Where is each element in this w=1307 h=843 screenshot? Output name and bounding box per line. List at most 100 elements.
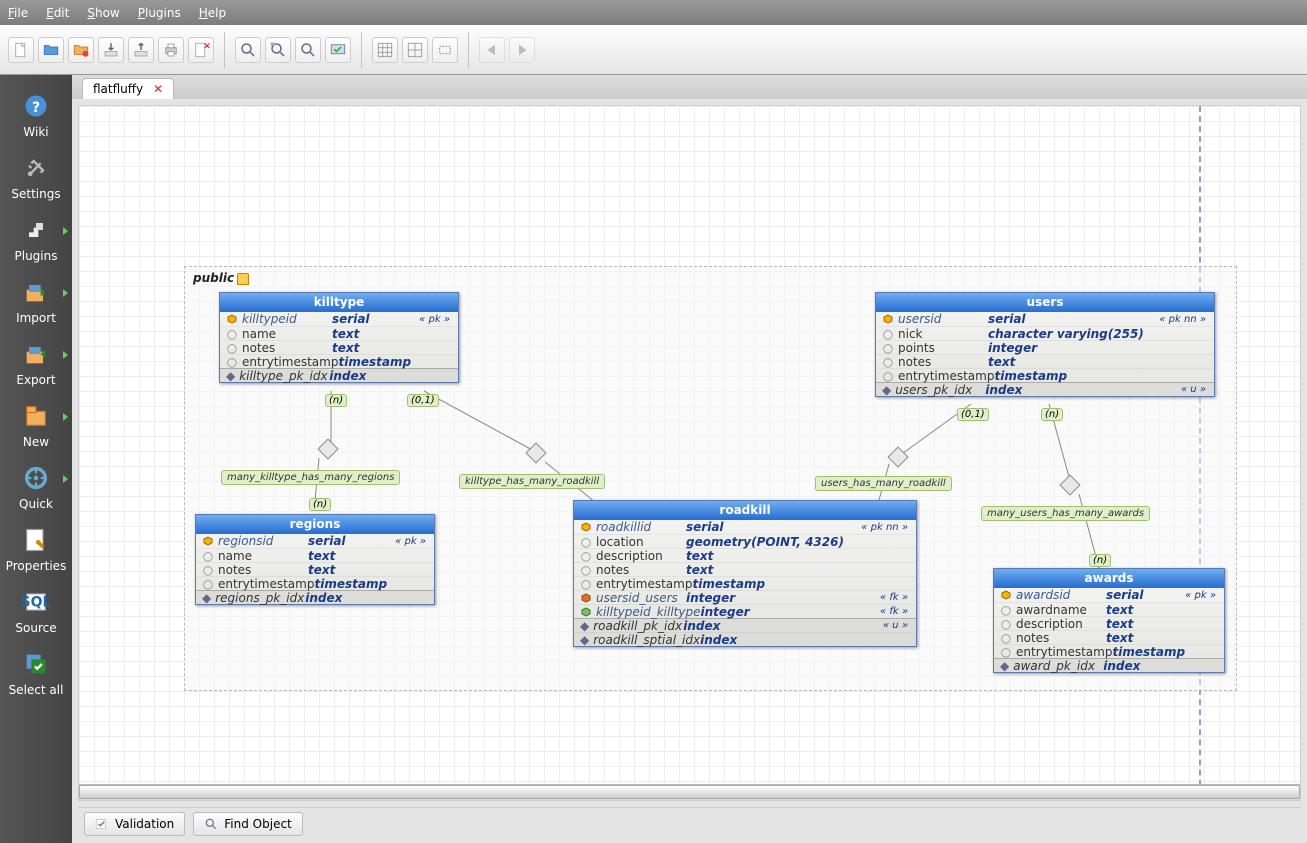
column-name: entrytimestamp <box>218 577 314 591</box>
column-type: timestamp <box>692 577 910 591</box>
column-row[interactable]: ○entrytimestamptimestamp <box>574 576 916 590</box>
column-name: killtypeid <box>242 312 332 326</box>
tb-validate[interactable] <box>325 37 351 63</box>
sidebar-export[interactable]: Export <box>6 333 66 391</box>
tb-zoom[interactable] <box>235 37 261 63</box>
column-row[interactable]: ○descriptiontext <box>994 616 1224 630</box>
entity-killtype[interactable]: killtypekilltypeidserial« pk »○nametext○… <box>219 292 459 383</box>
index-type: index <box>700 633 910 647</box>
index-row[interactable]: ◆killtype_pk_idxindex <box>220 368 458 382</box>
tb-nav-prev[interactable] <box>479 37 505 63</box>
column-row[interactable]: regionsidserial« pk » <box>196 534 434 548</box>
sidebar-properties[interactable]: Properties <box>6 519 66 577</box>
column-row[interactable]: ○nametext <box>196 548 434 562</box>
menu-help[interactable]: Help <box>199 6 226 20</box>
column-row[interactable]: ○notestext <box>574 562 916 576</box>
index-type: index <box>329 369 452 383</box>
column-row[interactable]: ○nickcharacter varying(255) <box>876 326 1214 340</box>
diagram-canvas[interactable]: public <box>79 106 1301 801</box>
relationship-label[interactable]: many_users_has_many_awards <box>981 506 1150 521</box>
column-name: location <box>596 535 686 549</box>
findobject-button[interactable]: Find Object <box>193 812 302 836</box>
sidebar-plugins[interactable]: Plugins <box>6 209 66 267</box>
column-name: awardsid <box>1016 588 1106 602</box>
null-icon: ○ <box>580 563 592 577</box>
column-row[interactable]: ○entrytimestamptimestamp <box>994 644 1224 658</box>
column-row[interactable]: ○notestext <box>196 562 434 576</box>
column-row[interactable]: killtypeid_killtypeinteger« fk » <box>574 604 916 618</box>
entity-awards[interactable]: awardsawardsidserial« pk »○awardnametext… <box>993 568 1225 673</box>
relationship-label[interactable]: killtype_has_many_roadkill <box>459 474 605 489</box>
menu-show[interactable]: Show <box>87 6 119 20</box>
column-row[interactable]: ○entrytimestamptimestamp <box>220 354 458 368</box>
index-row[interactable]: ◆roadkill_pk_idxindex« u » <box>574 618 916 632</box>
sidebar-settings[interactable]: Settings <box>6 147 66 205</box>
tb-print[interactable] <box>158 37 184 63</box>
column-row[interactable]: ○notestext <box>220 340 458 354</box>
column-name: regionsid <box>218 534 308 548</box>
column-row[interactable]: awardsidserial« pk » <box>994 588 1224 602</box>
column-row[interactable]: ○pointsinteger <box>876 340 1214 354</box>
column-row[interactable]: ○descriptiontext <box>574 548 916 562</box>
export-icon <box>19 337 53 371</box>
column-name: description <box>1016 617 1106 631</box>
menu-file[interactable]: File <box>8 6 28 20</box>
column-row[interactable]: killtypeidserial« pk » <box>220 312 458 326</box>
column-row[interactable]: usersid_usersinteger« fk » <box>574 590 916 604</box>
tb-zoom-fit[interactable] <box>265 37 291 63</box>
column-row[interactable]: ○notestext <box>994 630 1224 644</box>
column-row[interactable]: ○awardnametext <box>994 602 1224 616</box>
entity-regions[interactable]: regionsregionsidserial« pk »○nametext○no… <box>195 514 435 605</box>
sidebar-wiki[interactable]: ?Wiki <box>6 85 66 143</box>
validation-button[interactable]: Validation <box>84 812 185 836</box>
column-constraint: « fk » <box>880 592 910 603</box>
tb-open-folder[interactable] <box>38 37 64 63</box>
tb-zoom-reset[interactable] <box>295 37 321 63</box>
model-tab[interactable]: flatfluffy ✕ <box>82 78 174 99</box>
menu-plugins[interactable]: Plugins <box>138 6 181 20</box>
toolbar: × <box>0 25 1307 75</box>
index-row[interactable]: ◆users_pk_idxindex« u » <box>876 382 1214 396</box>
tb-new-file[interactable] <box>8 37 34 63</box>
column-row[interactable]: ○entrytimestamptimestamp <box>876 368 1214 382</box>
tb-grid-large[interactable] <box>372 37 398 63</box>
index-icon: ◆ <box>1000 659 1009 673</box>
tb-export[interactable] <box>128 37 154 63</box>
column-row[interactable]: ○nametext <box>220 326 458 340</box>
index-type: index <box>305 591 428 605</box>
entity-roadkill[interactable]: roadkillroadkillidserial« pk nn »○locati… <box>573 500 917 647</box>
entity-users[interactable]: usersusersidserial« pk nn »○nickcharacte… <box>875 292 1215 397</box>
sidebar-import[interactable]: Import <box>6 271 66 329</box>
sidebar-quick[interactable]: Quick <box>6 457 66 515</box>
column-row[interactable]: usersidserial« pk nn » <box>876 312 1214 326</box>
column-row[interactable]: ○locationgeometry(POINT, 4326) <box>574 534 916 548</box>
column-constraint: « pk nn » <box>1159 314 1208 325</box>
menu-edit[interactable]: Edit <box>46 6 69 20</box>
null-icon: ○ <box>202 549 214 563</box>
column-name: notes <box>1016 631 1106 645</box>
tb-open-folder-recent[interactable] <box>68 37 94 63</box>
sidebar-source[interactable]: SQLSource <box>6 581 66 639</box>
tab-close-icon[interactable]: ✕ <box>153 82 163 96</box>
column-row[interactable]: ○entrytimestamptimestamp <box>196 576 434 590</box>
relationship-label[interactable]: users_has_many_roadkill <box>815 476 952 491</box>
tb-file-removed[interactable]: × <box>188 37 214 63</box>
column-row[interactable]: ○notestext <box>876 354 1214 368</box>
column-name: description <box>596 549 686 563</box>
sidebar-new[interactable]: New <box>6 395 66 453</box>
horizontal-scrollbar[interactable] <box>79 784 1300 800</box>
relationship-label[interactable]: many_killtype_has_many_regions <box>221 470 400 485</box>
column-type: text <box>686 549 910 563</box>
column-row[interactable]: roadkillidserial« pk nn » <box>574 520 916 534</box>
canvas-wrap: public <box>78 105 1301 801</box>
sidebar-selectall[interactable]: Select all <box>6 643 66 701</box>
column-constraint: « pk » <box>395 536 428 547</box>
tb-import[interactable] <box>98 37 124 63</box>
tb-select-rect[interactable] <box>432 37 458 63</box>
index-icon: ◆ <box>580 619 589 633</box>
index-row[interactable]: ◆award_pk_idxindex <box>994 658 1224 672</box>
tb-grid-small[interactable] <box>402 37 428 63</box>
tb-nav-next[interactable] <box>509 37 535 63</box>
index-row[interactable]: ◆regions_pk_idxindex <box>196 590 434 604</box>
index-row[interactable]: ◆roadkill_sptial_idxindex <box>574 632 916 646</box>
